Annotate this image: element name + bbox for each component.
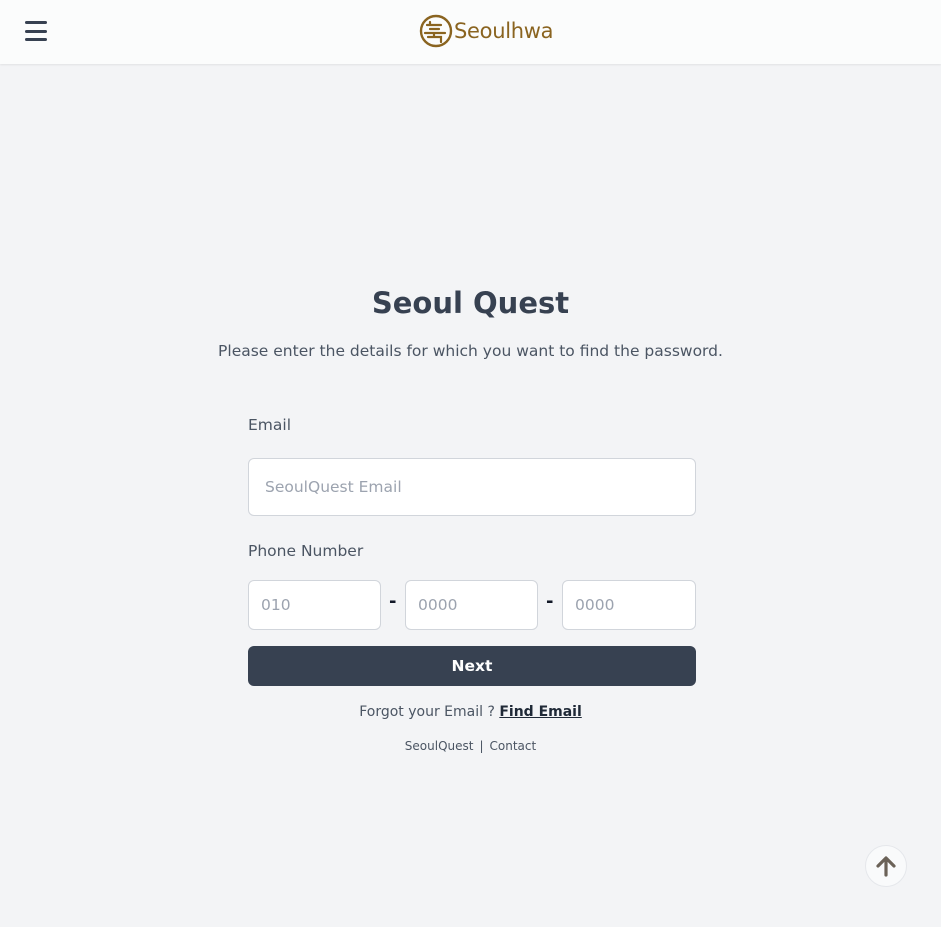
forgot-email-text: Forgot your Email ? Find Email — [0, 704, 941, 720]
seoulhwa-logo-icon — [419, 14, 453, 48]
phone-last-field[interactable] — [562, 580, 696, 630]
footer-separator: | — [479, 739, 484, 753]
brand-logo[interactable]: Seoulhwa — [419, 14, 554, 48]
phone-separator: - — [546, 591, 554, 612]
brand-name: Seoulhwa — [454, 19, 554, 43]
scroll-top-button[interactable] — [865, 845, 907, 887]
page-subtitle: Please enter the details for which you w… — [218, 342, 723, 360]
find-email-link[interactable]: Find Email — [499, 704, 581, 720]
page-title: Seoul Quest — [371, 286, 570, 320]
forgot-email-prompt: Forgot your Email ? — [359, 704, 500, 720]
phone-middle-field[interactable] — [405, 580, 538, 630]
arrow-up-icon — [876, 856, 896, 877]
phone-label: Phone Number — [248, 542, 364, 560]
email-field[interactable] — [248, 458, 696, 516]
menu-icon[interactable] — [24, 19, 48, 43]
email-label: Email — [248, 416, 292, 434]
footer-link-contact[interactable]: Contact — [490, 739, 537, 753]
footer-link-seoulquest[interactable]: SeoulQuest — [405, 739, 474, 753]
phone-prefix-field[interactable] — [248, 580, 381, 630]
top-header: Seoulhwa — [0, 0, 941, 64]
footer-links: SeoulQuest | Contact — [0, 739, 941, 753]
next-button[interactable]: Next — [248, 646, 696, 686]
phone-separator: - — [389, 591, 397, 612]
